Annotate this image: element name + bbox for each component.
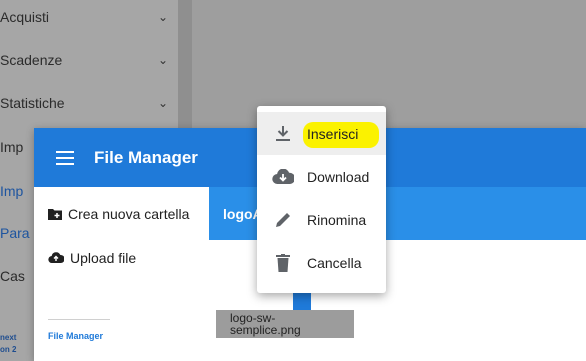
file-manager-left-panel: Crea nuova cartella Upload file File Man… [34, 187, 209, 361]
trash-icon [272, 252, 294, 274]
menu-item-label: Inserisci [307, 125, 359, 142]
new-folder-button[interactable]: Crea nuova cartella [48, 203, 189, 225]
sidebar-item-label: Acquisti [0, 9, 50, 25]
menu-item-label: Rinomina [307, 211, 367, 228]
menu-item-download[interactable]: Download [257, 155, 386, 198]
menu-item-label: Download [307, 168, 370, 185]
file-item-label[interactable]: logo-sw-semplice.png [216, 310, 354, 338]
menu-item-cancella[interactable]: Cancella [257, 241, 386, 284]
sidebar-item-label: Scadenze [0, 52, 63, 68]
pencil-icon [272, 209, 294, 231]
file-thumbnail[interactable] [293, 292, 311, 310]
sidebar-item-cut[interactable]: Imp [0, 139, 34, 155]
new-folder-label: Crea nuova cartella [68, 206, 190, 222]
menu-item-label: Cancella [307, 254, 362, 271]
sidebar-item-cut[interactable]: Para [0, 225, 34, 241]
download-arrow-icon [272, 123, 294, 145]
chevron-down-icon: ⌄ [157, 10, 169, 24]
cloud-upload-icon [48, 252, 64, 264]
context-menu: Inserisci Download Rinomina Cancella [257, 106, 386, 293]
folder-plus-icon [48, 209, 62, 220]
sidebar-item-statistiche[interactable]: Statistiche ⌄ [0, 91, 170, 115]
menu-item-inserisci[interactable]: Inserisci [257, 112, 386, 155]
sidebar-item-cut[interactable]: Cas [0, 268, 34, 284]
dialog-title: File Manager [94, 147, 198, 167]
sidebar-item-cut[interactable]: Imp [0, 183, 34, 199]
cloud-download-icon [272, 166, 294, 188]
file-manager-link[interactable]: File Manager [48, 331, 103, 341]
chevron-down-icon: ⌄ [157, 53, 169, 67]
sidebar-item-label: Statistiche [0, 95, 65, 111]
sidebar-item-acquisti[interactable]: Acquisti ⌄ [0, 5, 170, 29]
upload-file-label: Upload file [70, 250, 137, 266]
menu-icon[interactable] [56, 150, 74, 165]
upload-file-button[interactable]: Upload file [48, 247, 136, 269]
sidebar-footer-line: on 2 [0, 345, 17, 354]
menu-item-rinomina[interactable]: Rinomina [257, 198, 386, 241]
sidebar-footer-line: next [0, 333, 17, 342]
divider [48, 319, 110, 320]
sidebar-item-scadenze[interactable]: Scadenze ⌄ [0, 48, 170, 72]
chevron-down-icon: ⌄ [157, 96, 169, 110]
